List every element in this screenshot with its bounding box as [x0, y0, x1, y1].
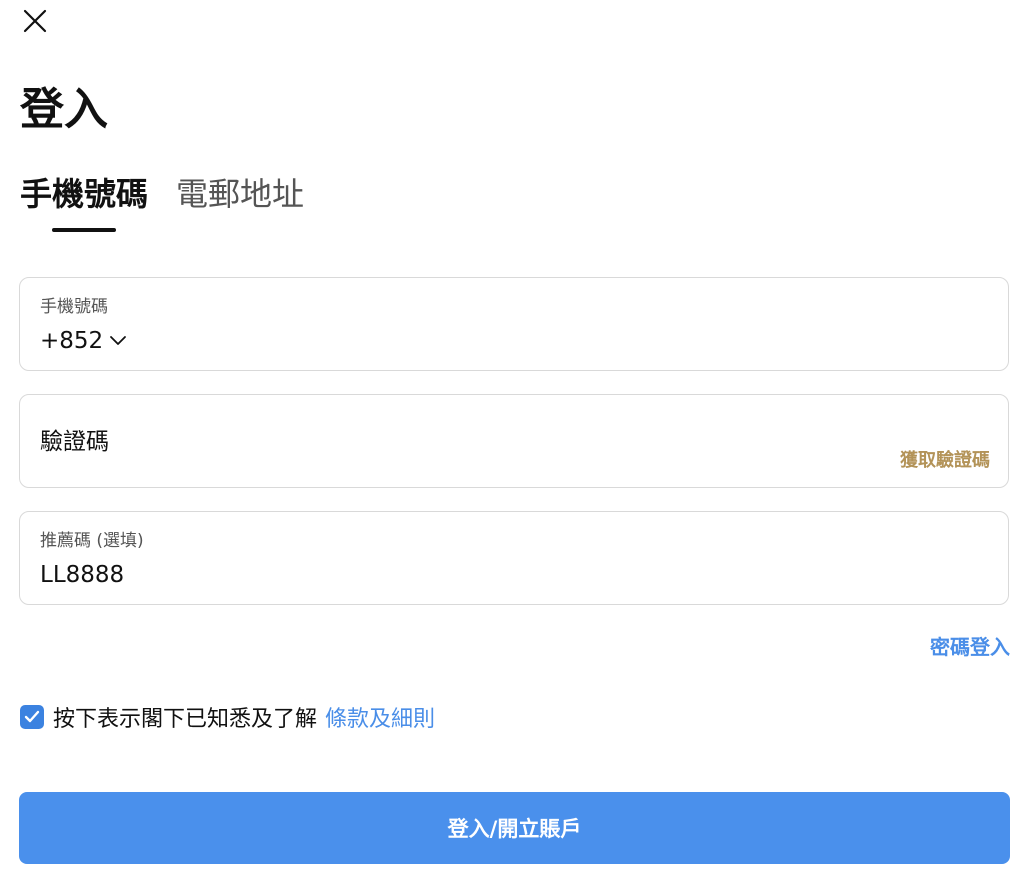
password-login-link[interactable]: 密碼登入 — [930, 634, 1010, 660]
active-tab-indicator — [52, 228, 116, 232]
close-icon — [23, 9, 47, 33]
submit-button[interactable]: 登入/開立賬戶 — [19, 792, 1010, 864]
phone-field[interactable]: 手機號碼 +852 — [19, 277, 1009, 371]
tab-email[interactable]: 電郵地址 — [176, 172, 304, 236]
agreement-text: 按下表示閣下已知悉及了解 — [53, 707, 318, 732]
agreement-row: 按下表示閣下已知悉及了解 條款及細則 — [20, 702, 435, 732]
get-code-button[interactable]: 獲取驗證碼 — [900, 449, 990, 473]
referral-field-label: 推薦碼 (選填) — [40, 531, 144, 551]
terms-link[interactable]: 條款及細則 — [325, 701, 435, 733]
checkmark-icon — [24, 710, 40, 723]
agreement-checkbox[interactable] — [20, 705, 44, 729]
tab-phone-label: 手機號碼 — [20, 175, 149, 213]
otp-field[interactable]: 驗證碼 獲取驗證碼 — [19, 394, 1009, 488]
tab-phone[interactable]: 手機號碼 — [20, 172, 148, 236]
page-title: 登入 — [20, 84, 108, 135]
phone-field-label: 手機號碼 — [40, 297, 108, 317]
country-code-value: +852 — [40, 328, 104, 354]
otp-field-label: 驗證碼 — [40, 429, 109, 455]
close-button[interactable] — [18, 4, 52, 38]
tab-email-label: 電郵地址 — [176, 175, 305, 213]
referral-field[interactable]: 推薦碼 (選填) LL8888 — [19, 511, 1009, 605]
login-method-tabs: 手機號碼 電郵地址 — [20, 172, 332, 236]
country-code-select[interactable]: +852 — [40, 326, 127, 356]
chevron-down-icon — [109, 335, 127, 347]
referral-field-value[interactable]: LL8888 — [40, 560, 124, 590]
login-page: 登入 手機號碼 電郵地址 手機號碼 +852 驗證碼 獲取驗證碼 推薦碼 (選填… — [0, 0, 1024, 884]
